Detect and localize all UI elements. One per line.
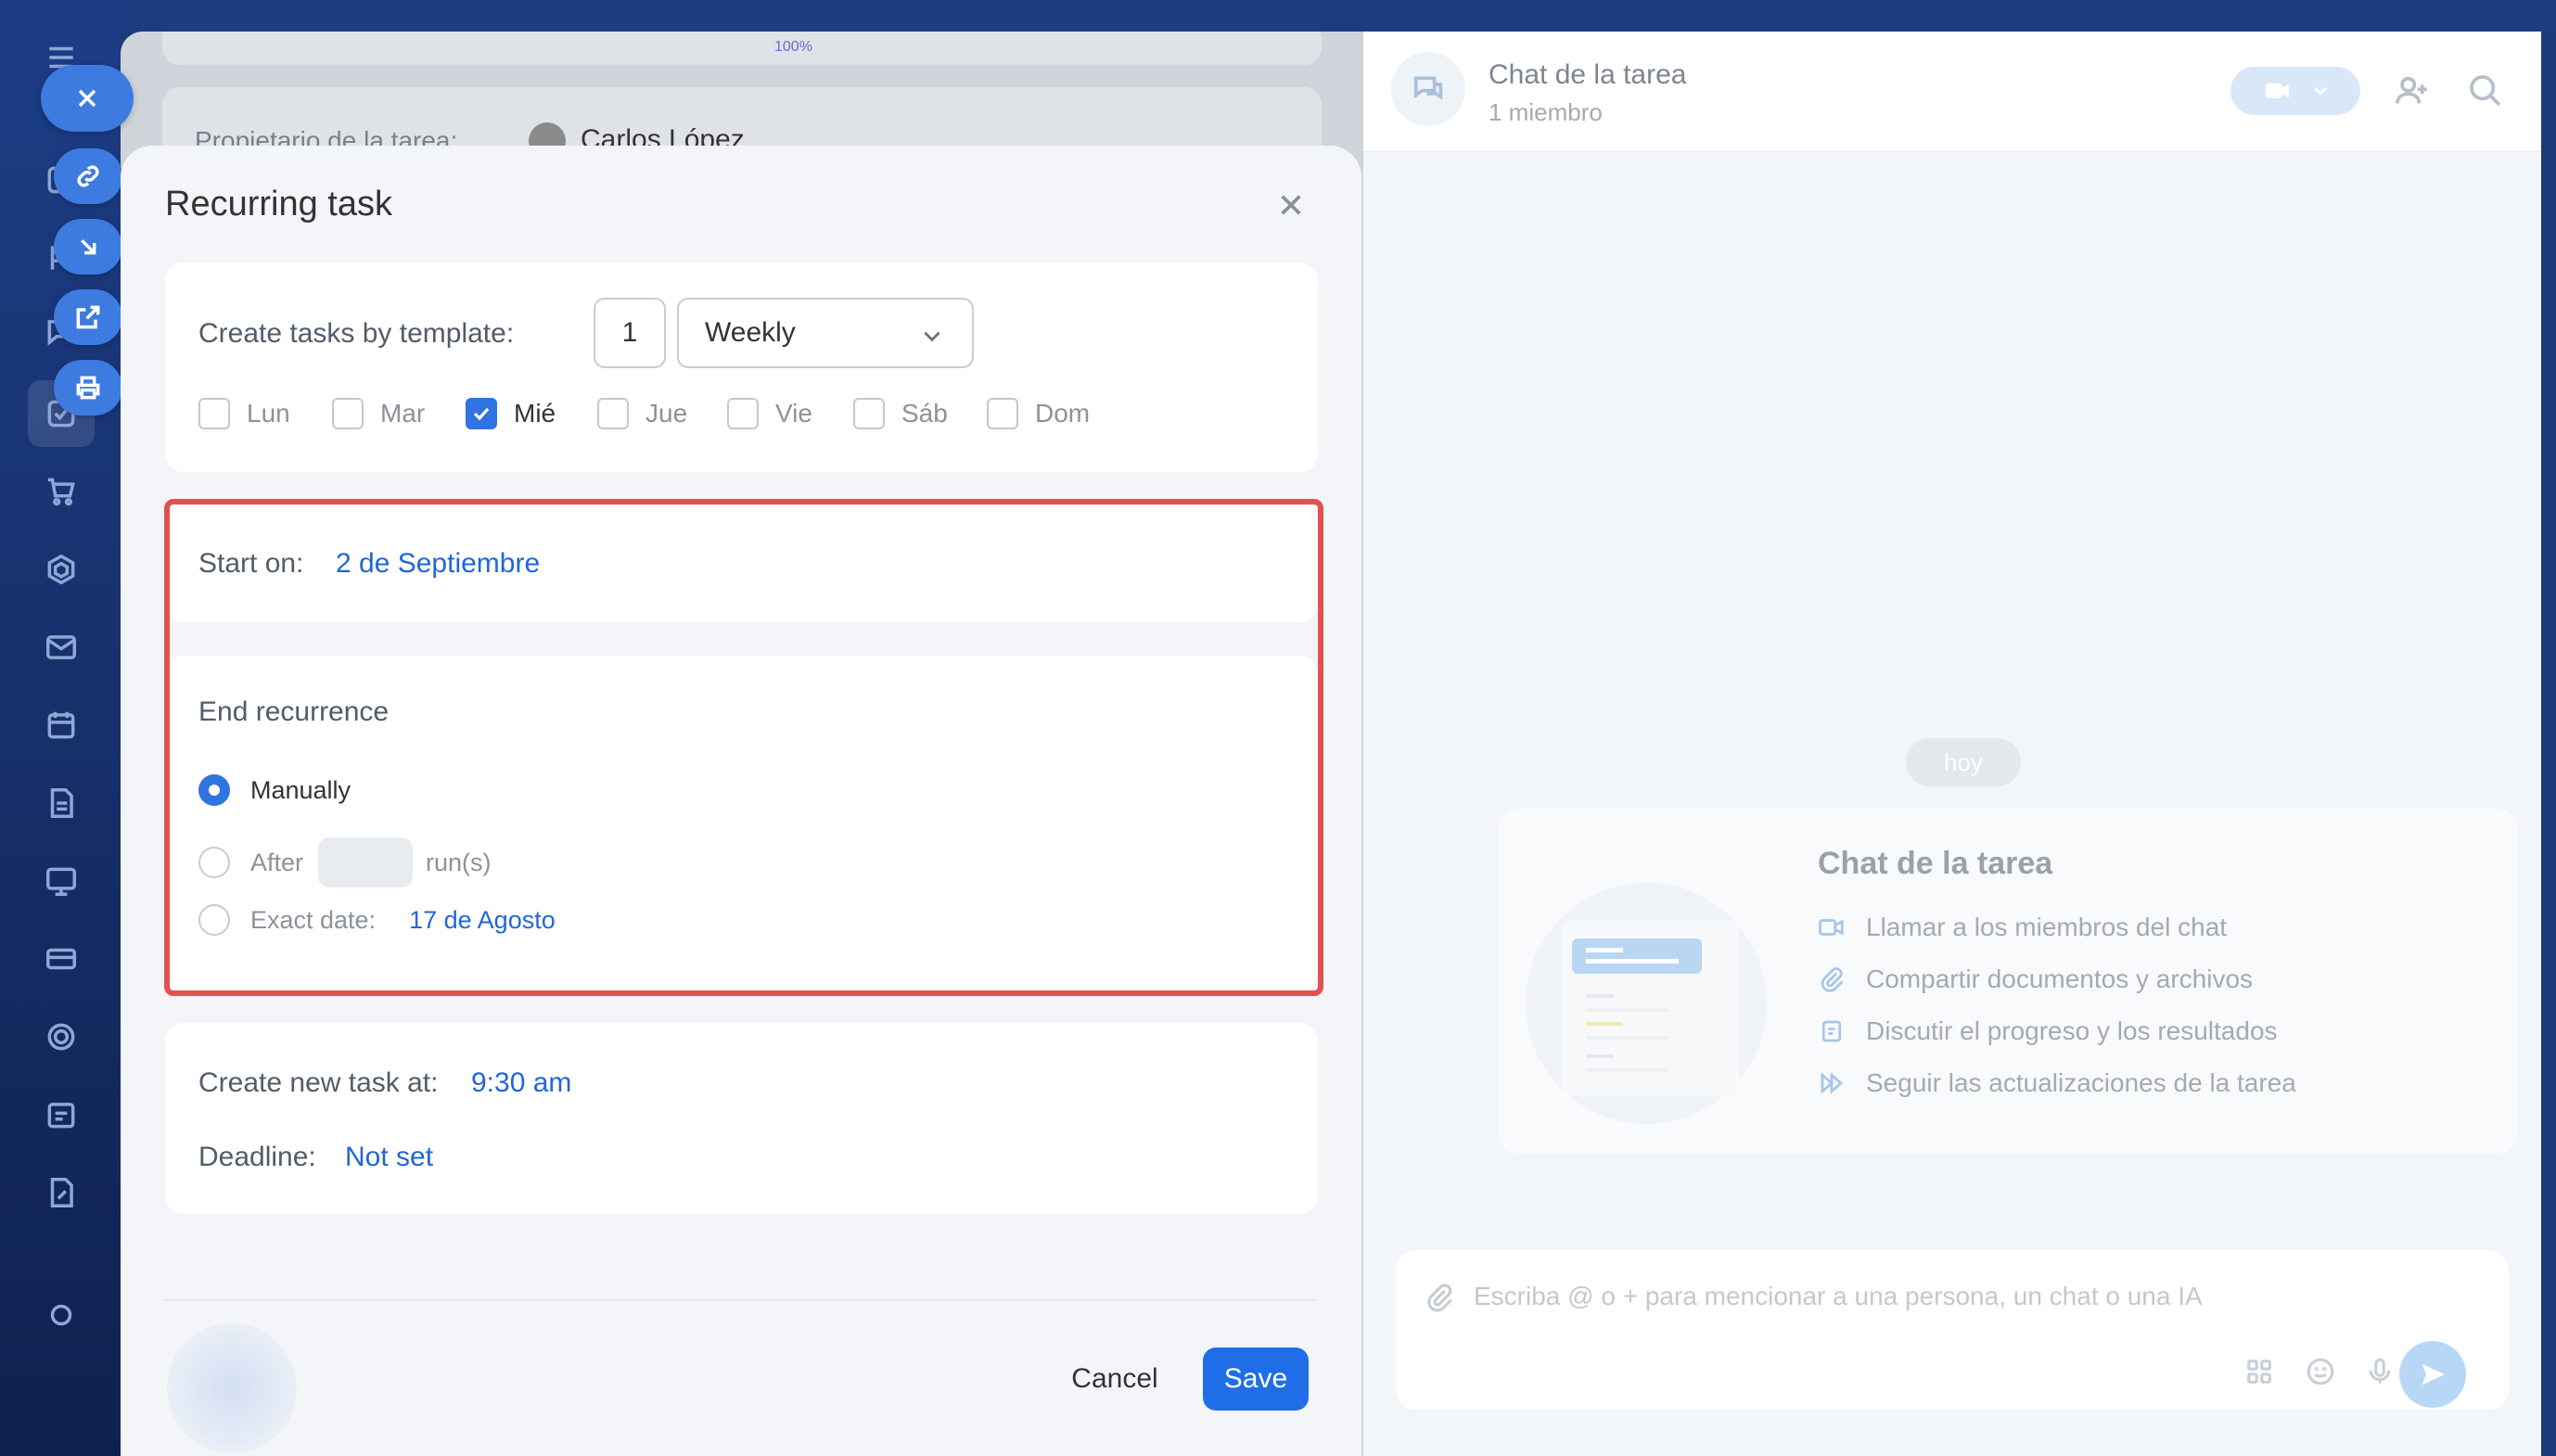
printer-icon xyxy=(76,376,100,400)
top-strip xyxy=(0,0,2556,32)
left-sidebar xyxy=(0,0,121,1456)
video-camera-icon xyxy=(1819,919,1844,936)
close-icon xyxy=(1281,195,1301,215)
frequency-select[interactable]: Weekly xyxy=(677,298,974,368)
cart-icon[interactable] xyxy=(35,466,87,517)
chat-message-input[interactable]: Escriba @ o + para mencionar a una perso… xyxy=(1396,1250,2509,1410)
day-checkbox[interactable] xyxy=(332,398,364,429)
new-task-time-link[interactable]: 9:30 am xyxy=(471,1067,571,1099)
note-icon xyxy=(1821,1020,1842,1042)
day-checkbox[interactable] xyxy=(597,398,629,429)
day-sab[interactable]: Sáb xyxy=(853,398,948,429)
send-button[interactable] xyxy=(2399,1341,2466,1408)
deadline-label: Deadline: xyxy=(198,1142,316,1172)
external-link-icon xyxy=(76,305,100,329)
presentation-icon[interactable] xyxy=(35,855,87,907)
hexagon-icon[interactable] xyxy=(35,543,87,595)
apps-grid-icon[interactable] xyxy=(2243,1356,2277,1389)
chat-card-title: Chat de la tarea xyxy=(1818,846,2053,881)
chat-illustration-icon xyxy=(1526,883,1767,1124)
forward-icon xyxy=(1821,1072,1844,1094)
new-task-label: Create new task at: xyxy=(198,1067,439,1098)
chat-member-count[interactable]: 1 miembro xyxy=(1489,98,1603,127)
deadline-link[interactable]: Not set xyxy=(345,1142,433,1173)
day-jue[interactable]: Jue xyxy=(597,398,687,429)
dialog-close-button[interactable] xyxy=(1271,185,1311,225)
paperclip-icon xyxy=(1821,967,1844,992)
checkmark-icon xyxy=(473,407,490,421)
attach-icon[interactable] xyxy=(1424,1282,1457,1315)
day-checkbox-checked[interactable] xyxy=(466,398,497,429)
microphone-icon[interactable] xyxy=(2364,1356,2397,1389)
chevron-down-icon xyxy=(2314,87,2327,96)
chevron-down-icon xyxy=(924,331,940,342)
day-checkbox[interactable] xyxy=(198,398,230,429)
zoom-label: 100% xyxy=(774,39,812,55)
schedule-card: Create new task at: 9:30 am Deadline: No… xyxy=(165,1023,1318,1214)
search-icon[interactable] xyxy=(2467,72,2508,113)
day-checkbox[interactable] xyxy=(727,398,759,429)
emoji-icon[interactable] xyxy=(2305,1356,2338,1389)
decorative-blob xyxy=(167,1323,297,1453)
chat-avatar xyxy=(1391,52,1465,126)
day-checkbox[interactable] xyxy=(987,398,1018,429)
open-new-window-button[interactable] xyxy=(54,289,122,345)
date-badge: hoy xyxy=(1906,738,2021,786)
add-user-icon[interactable] xyxy=(2393,72,2434,113)
day-vie[interactable]: Vie xyxy=(727,398,812,429)
settings-icon[interactable] xyxy=(35,1289,87,1341)
close-slider-button[interactable] xyxy=(41,65,134,132)
minimize-button[interactable] xyxy=(54,219,122,275)
day-dom[interactable]: Dom xyxy=(987,398,1090,429)
close-icon xyxy=(78,89,96,108)
task-chat-panel: Chat de la tarea 1 miembro hoy Chat de l… xyxy=(1363,32,2541,1456)
footer-divider xyxy=(165,1299,1318,1301)
copy-link-button[interactable] xyxy=(54,148,122,204)
right-edge xyxy=(2541,32,2556,1456)
send-icon xyxy=(2422,1363,2445,1386)
chat-header: Chat de la tarea 1 miembro xyxy=(1363,32,2541,152)
calendar-icon[interactable] xyxy=(35,699,87,751)
save-button[interactable]: Save xyxy=(1203,1347,1309,1411)
day-lun[interactable]: Lun xyxy=(198,398,290,429)
feature-share: Compartir documentos y archivos xyxy=(1818,964,2253,994)
template-card: Create tasks by template: 1 Weekly Lun M… xyxy=(165,262,1318,472)
target-icon[interactable] xyxy=(35,1011,87,1063)
feature-discuss: Discutir el progreso y los resultados xyxy=(1818,1016,2278,1046)
feature-follow: Seguir las actualizaciones de la tarea xyxy=(1818,1068,2296,1098)
chat-bubble-icon xyxy=(1413,76,1443,100)
cancel-button[interactable]: Cancel xyxy=(1059,1347,1170,1411)
template-label: Create tasks by template: xyxy=(198,318,515,349)
video-camera-icon xyxy=(2265,83,2289,99)
feature-call: Llamar a los miembros del chat xyxy=(1818,913,2227,942)
mail-icon[interactable] xyxy=(35,621,87,673)
background-card-top: 100% xyxy=(162,32,1322,65)
frequency-value: Weekly xyxy=(705,317,796,348)
chat-title[interactable]: Chat de la tarea xyxy=(1489,59,1686,91)
video-call-button[interactable] xyxy=(2230,67,2360,115)
highlight-frame xyxy=(164,499,1323,996)
day-checkbox[interactable] xyxy=(853,398,885,429)
day-mie[interactable]: Mié xyxy=(466,398,556,429)
chat-welcome-card: Chat de la tarea Llamar a los miembros d… xyxy=(1498,809,2518,1154)
dialog-title: Recurring task xyxy=(165,185,392,224)
document-icon[interactable] xyxy=(35,777,87,829)
edit-doc-icon[interactable] xyxy=(35,1167,87,1219)
interval-input[interactable]: 1 xyxy=(594,298,666,368)
print-button[interactable] xyxy=(54,360,122,415)
card-icon[interactable] xyxy=(35,933,87,985)
planner-icon[interactable] xyxy=(35,1089,87,1141)
message-placeholder: Escriba @ o + para mencionar a una perso… xyxy=(1474,1282,2203,1310)
day-mar[interactable]: Mar xyxy=(332,398,425,429)
link-icon xyxy=(77,165,99,187)
arrow-down-right-icon xyxy=(81,239,96,255)
